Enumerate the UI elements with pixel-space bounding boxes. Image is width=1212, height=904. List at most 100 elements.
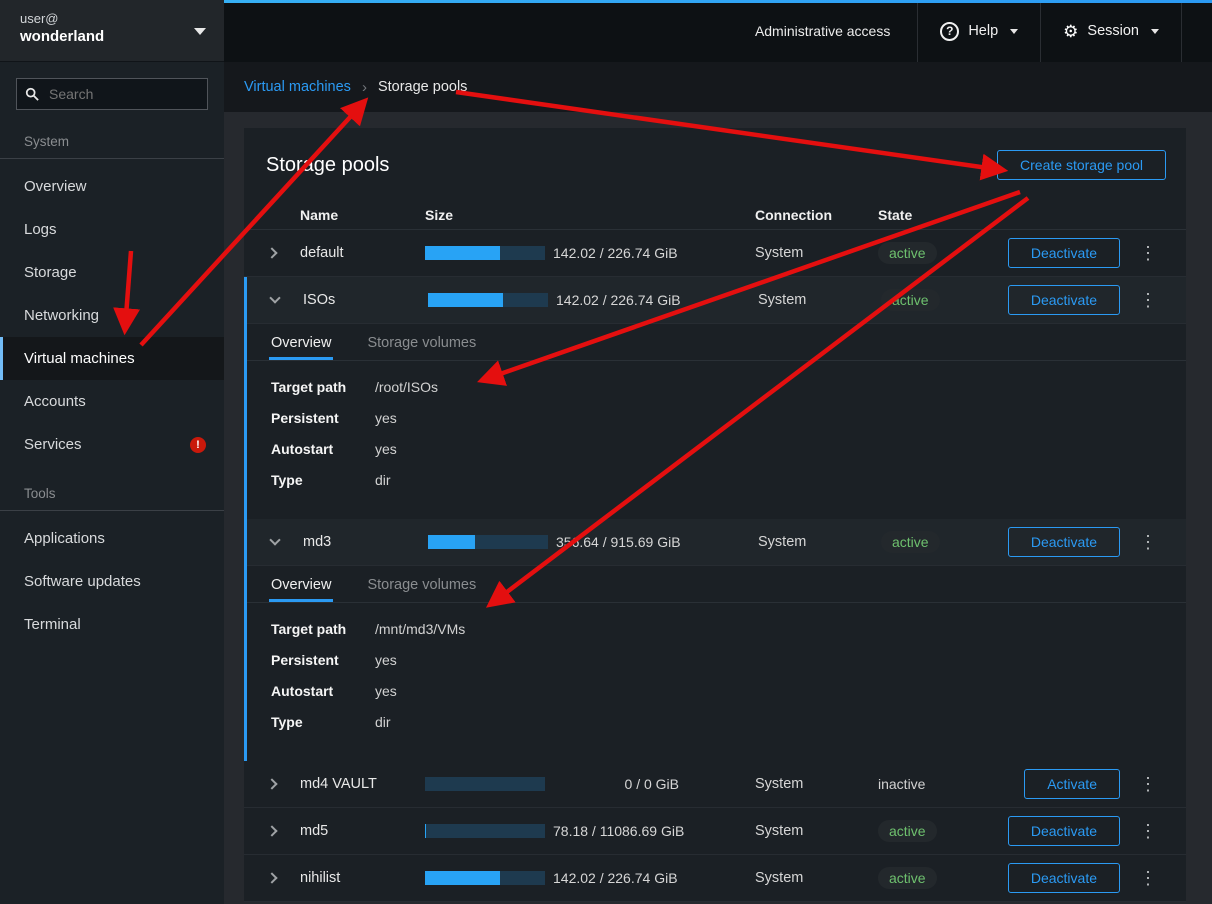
detail-label: Autostart bbox=[271, 683, 375, 699]
pool-details: Target path/mnt/md3/VMs Persistentyes Au… bbox=[247, 603, 1186, 761]
connection-value: System bbox=[755, 823, 878, 839]
connection-value: System bbox=[755, 870, 878, 886]
type-value: dir bbox=[375, 714, 391, 730]
user-menu[interactable]: user@ wonderland bbox=[0, 0, 224, 62]
nav-group-system: System bbox=[0, 114, 224, 159]
target-path-value: /root/ISOs bbox=[375, 379, 438, 395]
collapse-chevron-icon[interactable] bbox=[269, 534, 280, 545]
sidebar-item-label: Services bbox=[24, 436, 82, 453]
sidebar-item-virtual-machines[interactable]: Virtual machines bbox=[0, 337, 224, 380]
column-header-name: Name bbox=[300, 207, 425, 223]
column-header-size: Size bbox=[425, 207, 755, 223]
search-input[interactable] bbox=[16, 78, 208, 110]
nav-group-tools: Tools bbox=[0, 466, 224, 511]
sidebar-item-networking[interactable]: Networking bbox=[0, 294, 224, 337]
deactivate-button[interactable]: Deactivate bbox=[1008, 863, 1120, 893]
session-menu[interactable]: ⚙ Session bbox=[1040, 0, 1182, 62]
pool-name[interactable]: md5 bbox=[300, 823, 425, 839]
tab-storage-volumes[interactable]: Storage volumes bbox=[365, 577, 478, 602]
breadcrumb-link-virtual-machines[interactable]: Virtual machines bbox=[244, 79, 351, 95]
pool-expanded-md3: md3 356.64 / 915.69 GiB System active De… bbox=[244, 519, 1186, 761]
tab-storage-volumes[interactable]: Storage volumes bbox=[365, 335, 478, 360]
pool-details: Target path/root/ISOs Persistentyes Auto… bbox=[247, 361, 1186, 519]
deactivate-button[interactable]: Deactivate bbox=[1008, 238, 1120, 268]
pool-expanded-isos: ISOs 142.02 / 226.74 GiB System active D… bbox=[244, 277, 1186, 519]
kebab-menu-icon[interactable]: ⋮ bbox=[1136, 244, 1160, 262]
usage-bar bbox=[425, 871, 545, 885]
column-header-state: State bbox=[878, 207, 1003, 223]
pool-detail-tabs: Overview Storage volumes bbox=[247, 324, 1186, 361]
alert-badge-icon: ! bbox=[190, 437, 206, 453]
search-icon bbox=[25, 87, 39, 106]
state-badge: inactive bbox=[878, 776, 925, 792]
pool-detail-tabs: Overview Storage volumes bbox=[247, 566, 1186, 603]
column-header-connection: Connection bbox=[755, 207, 878, 223]
kebab-menu-icon[interactable]: ⋮ bbox=[1136, 533, 1160, 551]
hostname: wonderland bbox=[20, 28, 204, 45]
pool-name[interactable]: md3 bbox=[303, 534, 428, 550]
sidebar-item-services[interactable]: Services ! bbox=[0, 423, 224, 466]
pool-name[interactable]: md4 VAULT bbox=[300, 776, 425, 792]
collapse-chevron-icon[interactable] bbox=[269, 292, 280, 303]
autostart-value: yes bbox=[375, 683, 397, 699]
activate-button[interactable]: Activate bbox=[1024, 769, 1120, 799]
masthead: Administrative access ? Help ⚙ Session bbox=[224, 0, 1212, 62]
kebab-menu-icon[interactable]: ⋮ bbox=[1136, 869, 1160, 887]
pool-row-md5: md5 78.18 / 11086.69 GiB System active D… bbox=[244, 808, 1186, 855]
sidebar-search bbox=[16, 78, 208, 110]
sidebar-item-storage[interactable]: Storage bbox=[0, 251, 224, 294]
sidebar-item-logs[interactable]: Logs bbox=[0, 208, 224, 251]
deactivate-button[interactable]: Deactivate bbox=[1008, 527, 1120, 557]
chevron-down-icon bbox=[1151, 29, 1159, 34]
deactivate-button[interactable]: Deactivate bbox=[1008, 285, 1120, 315]
state-badge: active bbox=[881, 531, 940, 553]
connection-value: System bbox=[755, 776, 878, 792]
persistent-value: yes bbox=[375, 652, 397, 668]
state-badge: active bbox=[878, 820, 937, 842]
connection-value: System bbox=[755, 245, 878, 261]
tab-overview[interactable]: Overview bbox=[269, 577, 333, 602]
state-badge: active bbox=[881, 289, 940, 311]
usage-bar bbox=[425, 824, 545, 838]
detail-label: Type bbox=[271, 472, 375, 488]
pool-name[interactable]: default bbox=[300, 245, 425, 261]
connection-value: System bbox=[758, 534, 881, 550]
sidebar-item-overview[interactable]: Overview bbox=[0, 165, 224, 208]
sidebar-item-software-updates[interactable]: Software updates bbox=[0, 560, 224, 603]
detail-label: Type bbox=[271, 714, 375, 730]
pool-row-default: default 142.02 / 226.74 GiB System activ… bbox=[244, 230, 1186, 277]
main-region: Virtual machines › Storage pools Storage… bbox=[224, 62, 1212, 904]
size-text: 0 / 0 GiB bbox=[553, 776, 683, 792]
size-text: 78.18 / 11086.69 GiB bbox=[553, 823, 713, 839]
expand-chevron-icon[interactable] bbox=[266, 872, 277, 883]
sidebar-item-applications[interactable]: Applications bbox=[0, 517, 224, 560]
session-label: Session bbox=[1087, 23, 1139, 39]
type-value: dir bbox=[375, 472, 391, 488]
pool-name[interactable]: nihilist bbox=[300, 870, 425, 886]
expand-chevron-icon[interactable] bbox=[266, 778, 277, 789]
deactivate-button[interactable]: Deactivate bbox=[1008, 816, 1120, 846]
kebab-menu-icon[interactable]: ⋮ bbox=[1136, 775, 1160, 793]
connection-value: System bbox=[758, 292, 881, 308]
state-badge: active bbox=[878, 242, 937, 264]
size-text: 142.02 / 226.74 GiB bbox=[553, 245, 713, 261]
help-menu[interactable]: ? Help bbox=[917, 0, 1041, 62]
chevron-down-icon bbox=[1010, 29, 1018, 34]
usage-bar bbox=[428, 535, 548, 549]
sidebar-item-accounts[interactable]: Accounts bbox=[0, 380, 224, 423]
pool-row-md3: md3 356.64 / 915.69 GiB System active De… bbox=[247, 519, 1186, 566]
expand-chevron-icon[interactable] bbox=[266, 825, 277, 836]
expand-chevron-icon[interactable] bbox=[266, 247, 277, 258]
kebab-menu-icon[interactable]: ⋮ bbox=[1136, 822, 1160, 840]
chevron-down-icon bbox=[194, 28, 206, 35]
create-storage-pool-button[interactable]: Create storage pool bbox=[997, 150, 1166, 180]
breadcrumb-separator: › bbox=[362, 79, 367, 96]
pool-row-isos: ISOs 142.02 / 226.74 GiB System active D… bbox=[247, 277, 1186, 324]
pool-name[interactable]: ISOs bbox=[303, 292, 428, 308]
administrative-access-button[interactable]: Administrative access bbox=[727, 0, 918, 62]
sidebar-item-terminal[interactable]: Terminal bbox=[0, 603, 224, 646]
sidebar: user@ wonderland System Overview Logs St… bbox=[0, 0, 224, 904]
kebab-menu-icon[interactable]: ⋮ bbox=[1136, 291, 1160, 309]
tab-overview[interactable]: Overview bbox=[269, 335, 333, 360]
detail-label: Persistent bbox=[271, 410, 375, 426]
